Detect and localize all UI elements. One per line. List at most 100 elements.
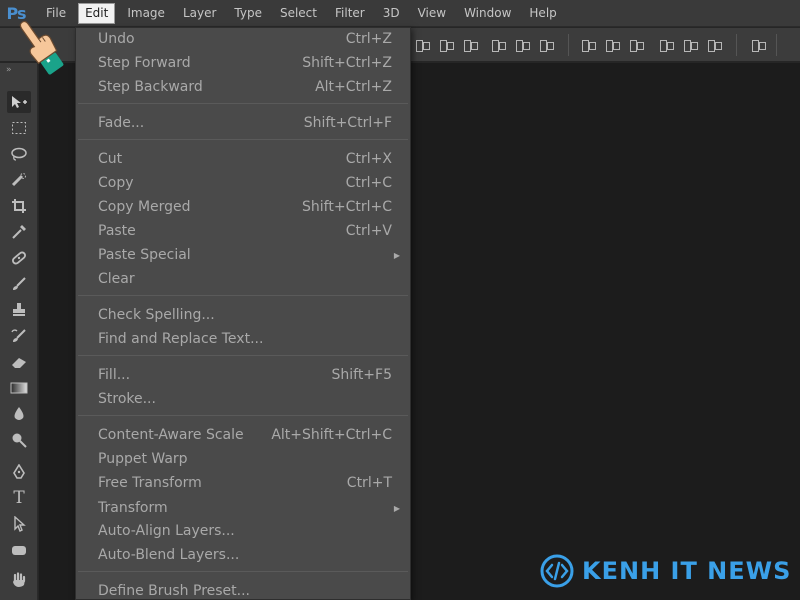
menu-item-undo[interactable]: Undo Ctrl+Z bbox=[98, 28, 392, 50]
menu-item-copy[interactable]: Copy Ctrl+C bbox=[98, 172, 392, 194]
menu-image[interactable]: Image bbox=[121, 3, 171, 24]
eraser-tool-icon[interactable] bbox=[7, 351, 31, 373]
tools-panel: » T bbox=[0, 63, 38, 600]
distribute-right-icon[interactable] bbox=[706, 37, 722, 53]
history-brush-tool-icon[interactable] bbox=[7, 325, 31, 347]
menu-item-label: Fill... bbox=[98, 367, 131, 383]
menu-item-auto-align[interactable]: Auto-Align Layers... bbox=[98, 520, 392, 542]
menu-item-puppet-warp[interactable]: Puppet Warp bbox=[98, 448, 392, 470]
menu-help[interactable]: Help bbox=[523, 3, 562, 24]
menu-item-check-spelling[interactable]: Check Spelling... bbox=[98, 304, 392, 326]
edit-menu-dropdown: Undo Ctrl+Z Step Forward Shift+Ctrl+Z St… bbox=[75, 27, 411, 600]
menu-item-shortcut: Shift+F5 bbox=[331, 367, 392, 383]
menu-item-clear[interactable]: Clear bbox=[98, 268, 392, 290]
divider bbox=[776, 34, 777, 56]
blur-tool-icon[interactable] bbox=[7, 403, 31, 425]
menu-item-auto-blend[interactable]: Auto-Blend Layers... bbox=[98, 544, 392, 566]
menu-item-label: Step Forward bbox=[98, 55, 191, 71]
crop-tool-icon[interactable] bbox=[7, 195, 31, 217]
marquee-tool-icon[interactable] bbox=[7, 117, 31, 139]
menu-item-label: Stroke... bbox=[98, 391, 156, 407]
menu-item-shortcut: Shift+Ctrl+C bbox=[302, 199, 392, 215]
menu-item-shortcut: Ctrl+T bbox=[346, 475, 392, 491]
align-top-icon[interactable] bbox=[414, 37, 430, 53]
menu-item-stroke[interactable]: Stroke... bbox=[98, 388, 392, 410]
menu-item-label: Undo bbox=[98, 31, 135, 47]
menu-item-fade[interactable]: Fade... Shift+Ctrl+F bbox=[98, 112, 392, 134]
menu-item-copy-merged[interactable]: Copy Merged Shift+Ctrl+C bbox=[98, 196, 392, 218]
menu-item-step-forward[interactable]: Step Forward Shift+Ctrl+Z bbox=[98, 52, 392, 74]
menu-bar: Ps File Edit Image Layer Type Select Fil… bbox=[0, 0, 800, 27]
menu-item-transform[interactable]: Transform ▶ bbox=[98, 497, 400, 519]
align-right-icon[interactable] bbox=[538, 37, 554, 53]
submenu-arrow-icon: ▶ bbox=[393, 503, 400, 513]
brush-tool-icon[interactable] bbox=[7, 273, 31, 295]
align-hcenter-icon[interactable] bbox=[514, 37, 530, 53]
dodge-tool-icon[interactable] bbox=[7, 429, 31, 451]
menu-filter[interactable]: Filter bbox=[329, 3, 371, 24]
menu-item-fill[interactable]: Fill... Shift+F5 bbox=[98, 364, 392, 386]
menu-view[interactable]: View bbox=[412, 3, 452, 24]
pointing-hand-icon bbox=[19, 20, 64, 75]
menu-item-shortcut: Alt+Shift+Ctrl+C bbox=[271, 427, 392, 443]
menu-item-label: Find and Replace Text... bbox=[98, 331, 264, 347]
menu-item-define-brush[interactable]: Define Brush Preset... bbox=[98, 580, 392, 600]
menu-item-label: Auto-Align Layers... bbox=[98, 523, 235, 539]
clone-stamp-tool-icon[interactable] bbox=[7, 299, 31, 321]
distribute-left-icon[interactable] bbox=[658, 37, 674, 53]
menu-window[interactable]: Window bbox=[458, 3, 517, 24]
menu-item-label: Step Backward bbox=[98, 79, 203, 95]
menu-item-shortcut: Shift+Ctrl+F bbox=[303, 115, 392, 131]
menu-separator bbox=[78, 415, 408, 416]
menu-select[interactable]: Select bbox=[274, 3, 323, 24]
panel-grip-icon[interactable]: » bbox=[6, 65, 12, 75]
menu-item-label: Clear bbox=[98, 271, 135, 287]
gradient-tool-icon[interactable] bbox=[7, 377, 31, 399]
lasso-tool-icon[interactable] bbox=[7, 143, 31, 165]
menu-separator bbox=[78, 103, 408, 104]
menu-3d[interactable]: 3D bbox=[377, 3, 406, 24]
distribute-top-icon[interactable] bbox=[580, 37, 596, 53]
menu-item-label: Auto-Blend Layers... bbox=[98, 547, 240, 563]
healing-brush-tool-icon[interactable] bbox=[7, 247, 31, 269]
shape-tool-icon[interactable] bbox=[7, 539, 31, 561]
distribute-vcenter-icon[interactable] bbox=[604, 37, 620, 53]
type-tool-icon[interactable]: T bbox=[7, 487, 31, 509]
menu-item-step-backward[interactable]: Step Backward Alt+Ctrl+Z bbox=[98, 76, 392, 98]
menu-item-label: Content-Aware Scale bbox=[98, 427, 244, 443]
menu-item-label: Transform bbox=[98, 500, 168, 516]
menu-layer[interactable]: Layer bbox=[177, 3, 222, 24]
watermark: KENH IT NEWS bbox=[540, 554, 791, 588]
divider bbox=[568, 34, 569, 56]
distribute-bottom-icon[interactable] bbox=[628, 37, 644, 53]
menu-item-content-aware-scale[interactable]: Content-Aware Scale Alt+Shift+Ctrl+C bbox=[98, 424, 392, 446]
menu-item-label: Free Transform bbox=[98, 475, 202, 491]
menu-item-label: Paste Special bbox=[98, 247, 191, 263]
quick-selection-tool-icon[interactable] bbox=[7, 169, 31, 191]
code-logo-icon bbox=[540, 554, 574, 588]
menu-item-paste-special[interactable]: Paste Special ▶ bbox=[98, 244, 400, 266]
menu-item-free-transform[interactable]: Free Transform Ctrl+T bbox=[98, 472, 392, 494]
eyedropper-tool-icon[interactable] bbox=[7, 221, 31, 243]
auto-align-icon[interactable] bbox=[750, 37, 766, 53]
menu-separator bbox=[78, 355, 408, 356]
align-vcenter-icon[interactable] bbox=[438, 37, 454, 53]
distribute-hcenter-icon[interactable] bbox=[682, 37, 698, 53]
align-left-icon[interactable] bbox=[490, 37, 506, 53]
divider bbox=[736, 34, 737, 56]
menu-item-shortcut: Shift+Ctrl+Z bbox=[302, 55, 392, 71]
menu-item-cut[interactable]: Cut Ctrl+X bbox=[98, 148, 392, 170]
menu-item-paste[interactable]: Paste Ctrl+V bbox=[98, 220, 392, 242]
menu-item-label: Fade... bbox=[98, 115, 145, 131]
menu-type[interactable]: Type bbox=[228, 3, 268, 24]
menu-item-find-replace[interactable]: Find and Replace Text... bbox=[98, 328, 392, 350]
hand-tool-icon[interactable] bbox=[7, 569, 31, 591]
menu-item-shortcut: Alt+Ctrl+Z bbox=[315, 79, 392, 95]
pen-tool-icon[interactable] bbox=[7, 461, 31, 483]
path-selection-tool-icon[interactable] bbox=[7, 513, 31, 535]
menu-item-label: Copy Merged bbox=[98, 199, 191, 215]
move-tool-icon[interactable] bbox=[7, 91, 31, 113]
menu-item-label: Cut bbox=[98, 151, 123, 167]
menu-separator bbox=[78, 139, 408, 140]
align-bottom-icon[interactable] bbox=[462, 37, 478, 53]
